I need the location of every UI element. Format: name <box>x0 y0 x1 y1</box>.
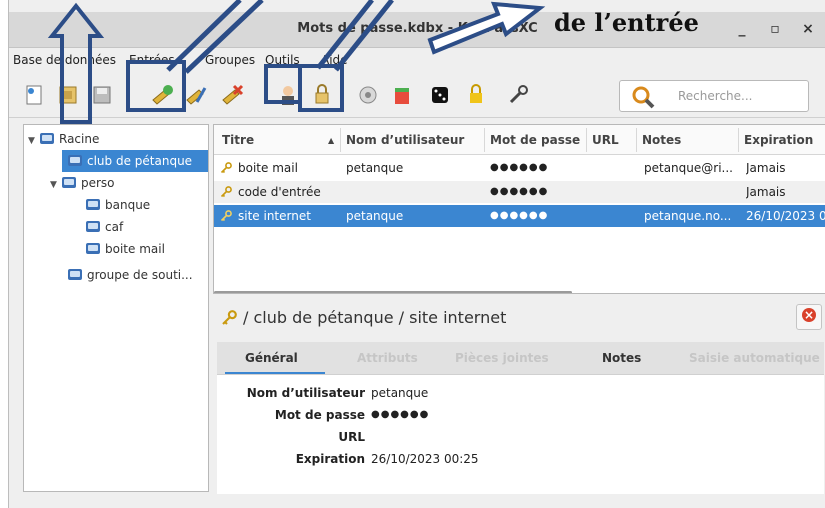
horizontal-scrollbar[interactable] <box>214 291 572 293</box>
save-database-icon[interactable] <box>89 82 115 108</box>
menu-groupes[interactable]: Groupes <box>205 53 255 67</box>
folder-icon <box>68 155 82 166</box>
close-window-button[interactable]: × <box>797 18 819 40</box>
window-title: Mots de passe.kdbx - KeePassXC <box>297 21 538 36</box>
field-value-username: petanque <box>371 386 429 400</box>
general-tab-panel: Nom d’utilisateur petanque Mot de passe … <box>217 374 824 494</box>
tree-item-banque[interactable]: banque <box>86 194 150 216</box>
field-label-url: URL <box>338 430 365 444</box>
folder-icon <box>86 243 100 254</box>
entries-table: Titre ▲ Nom d’utilisateur Mot de passe U… <box>213 124 825 294</box>
new-database-icon[interactable] <box>21 82 47 108</box>
open-database-icon[interactable] <box>55 82 81 108</box>
folder-icon <box>86 199 100 210</box>
column-header-nom-utilisateur[interactable]: Nom d’utilisateur <box>346 133 464 147</box>
tab-pieces-jointes[interactable]: Pièces jointes <box>455 351 549 365</box>
table-row[interactable]: boite mail petanque ●●●●●● petanque@ri..… <box>214 157 825 179</box>
minimize-button[interactable]: _ <box>731 18 753 40</box>
chevron-down-icon[interactable]: ▼ <box>28 130 40 152</box>
menu-base-de-donnees[interactable]: Base de données <box>13 53 116 67</box>
title-bar: Mots de passe.kdbx - KeePassXC _ ▫ × <box>9 12 825 48</box>
table-row[interactable]: code d'entrée ●●●●●● Jamais <box>214 181 825 203</box>
field-label-username: Nom d’utilisateur <box>246 386 365 400</box>
folder-icon <box>68 269 82 280</box>
column-header-titre[interactable]: Titre <box>222 133 254 147</box>
column-header-mot-de-passe[interactable]: Mot de passe <box>490 133 580 147</box>
column-header-expiration[interactable]: Expiration <box>744 133 813 147</box>
tree-item-club-de-petanque[interactable]: club de pétanque <box>62 150 208 172</box>
close-details-button[interactable] <box>796 304 822 330</box>
edit-entry-icon[interactable] <box>183 82 209 108</box>
autotype-icon[interactable] <box>389 82 415 108</box>
password-generator-icon[interactable] <box>427 82 453 108</box>
highlight-copy-username <box>264 64 302 104</box>
key-icon <box>220 162 232 174</box>
highlight-add-entry <box>126 60 186 112</box>
annotation-caption: de l’entrée <box>554 8 699 37</box>
maximize-button[interactable]: ▫ <box>764 18 786 40</box>
search-icon <box>632 86 655 109</box>
key-icon <box>220 210 232 222</box>
tree-item-groupe-de-soutien[interactable]: groupe de souti... <box>68 264 193 286</box>
key-icon <box>220 186 232 198</box>
tab-attributs[interactable]: Attributs <box>357 351 418 365</box>
entry-path: / club de pétanque / site internet <box>243 308 507 327</box>
tree-item-racine[interactable]: ▼ Racine <box>28 128 99 150</box>
tree-item-caf[interactable]: caf <box>86 216 123 238</box>
field-value-expiration: 26/10/2023 00:25 <box>371 452 479 466</box>
folder-icon <box>40 133 54 144</box>
details-tabs: Général Attributs Pièces jointes Notes S… <box>217 342 824 374</box>
group-tree: ▼ Racine club de pétanque ▼ perso banque c… <box>23 124 209 492</box>
tab-notes[interactable]: Notes <box>602 351 641 365</box>
sort-arrow-icon: ▲ <box>328 136 335 145</box>
search-input[interactable]: Recherche... <box>678 89 752 103</box>
column-header-notes[interactable]: Notes <box>642 133 681 147</box>
tree-item-boite-mail[interactable]: boite mail <box>86 238 165 260</box>
field-value-password: ●●●●●● <box>371 409 430 420</box>
tab-general[interactable]: Général <box>245 351 298 365</box>
entry-details-panel: / club de pétanque / site internet Génér… <box>213 298 825 494</box>
chevron-down-icon[interactable]: ▼ <box>50 174 62 196</box>
tree-item-perso[interactable]: ▼ perso <box>50 172 115 194</box>
field-label-password: Mot de passe <box>274 408 365 422</box>
lock-database-icon[interactable] <box>463 82 489 108</box>
folder-icon <box>86 221 100 232</box>
settings-icon[interactable] <box>505 82 531 108</box>
folder-icon <box>62 177 76 188</box>
table-row[interactable]: site internet petanque ●●●●●● petanque.n… <box>214 205 825 227</box>
tab-saisie-automatique[interactable]: Saisie automatique <box>689 351 820 365</box>
search-field[interactable]: Recherche... <box>619 80 809 112</box>
column-header-url[interactable]: URL <box>592 133 619 147</box>
key-icon <box>222 310 237 325</box>
delete-entry-icon[interactable] <box>219 82 245 108</box>
field-label-expiration: Expiration <box>295 452 365 466</box>
highlight-copy-password <box>298 64 344 112</box>
copy-url-icon[interactable] <box>355 82 381 108</box>
table-header: Titre ▲ Nom d’utilisateur Mot de passe U… <box>214 125 825 155</box>
